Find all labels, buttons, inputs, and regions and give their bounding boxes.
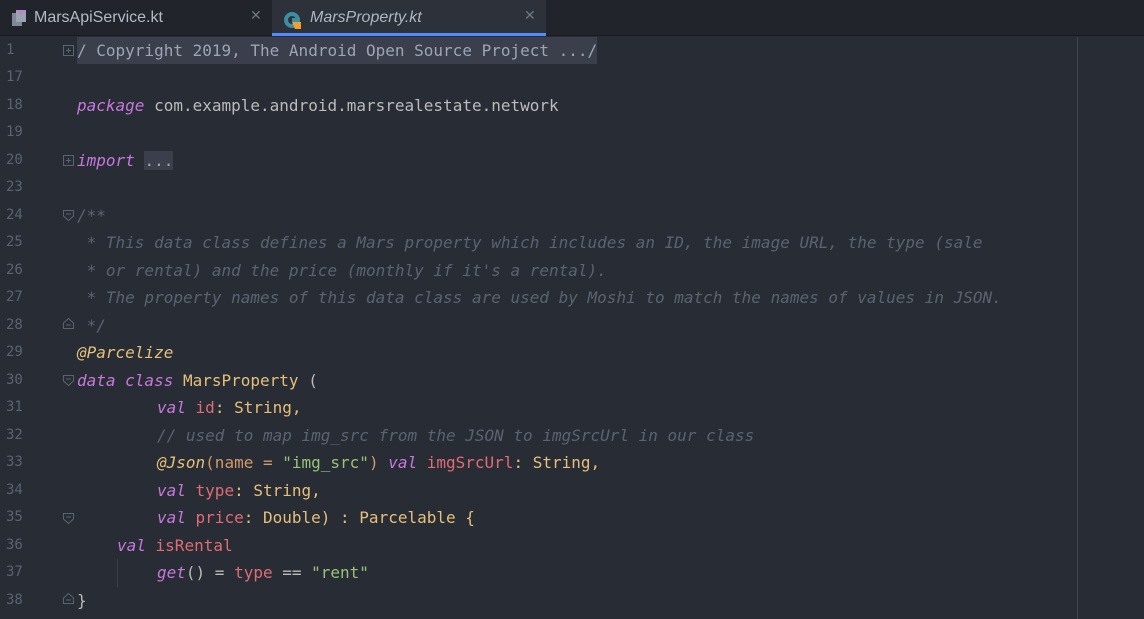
code-line-type[interactable]: val type: String, <box>157 477 321 504</box>
code-line-price[interactable]: val price: Double) : Parcelable { <box>157 504 475 531</box>
line-number: 24 <box>6 207 23 223</box>
line-number-gutter: 1 17 18 19 20 23 24 25 26 27 28 29 30 31… <box>0 37 60 619</box>
property-name: isRental <box>145 536 233 555</box>
code-line-doc[interactable]: * This data class defines a Mars propert… <box>77 229 983 256</box>
code-line-comment[interactable]: // used to map img_src from the JSON to … <box>157 422 754 449</box>
line-number: 25 <box>6 234 23 250</box>
punctuation: (name = <box>205 453 283 472</box>
code-line-img-src[interactable]: @Json(name = "img_src") val imgSrcUrl: S… <box>157 449 600 476</box>
line-number: 26 <box>6 262 23 278</box>
property-name: price <box>185 508 244 527</box>
package-name: com.example.android.marsrealestate.netwo… <box>144 96 559 115</box>
line-number: 19 <box>6 124 23 140</box>
folded-imports[interactable]: ... <box>144 151 174 170</box>
string-literal: "rent" <box>311 563 369 582</box>
code-line-class-decl[interactable]: data class MarsProperty ( <box>77 367 318 394</box>
line-number: 37 <box>6 564 23 580</box>
code-line-copyright[interactable]: / Copyright 2019, The Android Open Sourc… <box>77 37 598 64</box>
line-number: 32 <box>6 427 23 443</box>
type-text: : String, <box>214 398 302 417</box>
fold-icon[interactable] <box>63 318 74 329</box>
fold-icon[interactable] <box>63 45 74 56</box>
comment-text: / Copyright 2019, The Android Open Sourc… <box>77 41 598 60</box>
keyword: data class <box>77 371 174 390</box>
keyword: val <box>157 398 186 417</box>
type-text: : Double) : Parcelable { <box>243 508 475 527</box>
code-line-doc-start[interactable]: /** <box>77 202 106 229</box>
code-line-package[interactable]: package com.example.android.marsrealesta… <box>77 92 559 119</box>
fold-icon[interactable] <box>63 513 74 524</box>
tab-label: MarsProperty.kt <box>310 9 422 26</box>
operator: == <box>272 563 312 582</box>
line-number: 33 <box>6 454 23 470</box>
code-editor[interactable]: 1 17 18 19 20 23 24 25 26 27 28 29 30 31… <box>0 37 1144 619</box>
property-name: imgSrcUrl <box>417 453 514 472</box>
fold-icon[interactable] <box>63 210 74 221</box>
punctuation: () = <box>185 563 235 582</box>
code-line-closing-brace[interactable]: } <box>77 587 87 614</box>
string-literal: "img_src" <box>282 453 369 472</box>
line-number: 17 <box>6 69 23 85</box>
line-number: 23 <box>6 179 23 195</box>
line-number: 35 <box>6 509 23 525</box>
fold-icon[interactable] <box>63 593 74 604</box>
keyword: import <box>77 151 135 170</box>
class-name: MarsProperty <box>173 371 299 390</box>
line-number: 31 <box>6 399 23 415</box>
indent-guide <box>117 559 118 587</box>
code-line-doc[interactable]: * or rental) and the price (monthly if i… <box>77 257 607 284</box>
code-line-id[interactable]: val id: String, <box>157 394 302 421</box>
code-line-getter[interactable]: get() = type == "rent" <box>157 559 369 586</box>
fold-icon[interactable] <box>63 375 74 386</box>
line-number: 20 <box>6 152 23 168</box>
right-margin-guide <box>1077 37 1078 619</box>
keyword: val <box>157 481 186 500</box>
keyword: val <box>117 536 146 555</box>
line-number: 34 <box>6 482 23 498</box>
punctuation: ) <box>368 453 389 472</box>
line-number: 36 <box>6 537 23 553</box>
code-line-import[interactable]: import ... <box>77 147 174 174</box>
close-icon[interactable]: ✕ <box>250 8 262 24</box>
type-text: : String, <box>234 481 321 500</box>
tab-mars-property[interactable]: MarsProperty.kt ✕ <box>272 0 546 36</box>
code-line-annotation[interactable]: @Parcelize <box>77 339 173 366</box>
keyword: get <box>157 563 186 582</box>
type-text: : String, <box>513 453 601 472</box>
tab-mars-api-service[interactable]: MarsApiService.kt ✕ <box>0 0 271 36</box>
keyword: val <box>388 453 418 472</box>
line-number: 1 <box>6 42 15 58</box>
line-number: 29 <box>6 344 23 360</box>
keyword: val <box>157 508 186 527</box>
kotlin-class-icon <box>284 12 301 29</box>
line-number: 30 <box>6 372 23 388</box>
line-number: 38 <box>6 592 23 608</box>
close-icon[interactable]: ✕ <box>524 8 536 24</box>
line-number: 18 <box>6 97 23 113</box>
editor-tab-bar: MarsApiService.kt ✕ MarsProperty.kt ✕ <box>0 0 1144 36</box>
line-number: 28 <box>6 317 23 333</box>
punctuation: ( <box>298 371 318 390</box>
kotlin-file-icon <box>12 10 26 26</box>
property-name: id <box>185 398 215 417</box>
line-number: 27 <box>6 289 23 305</box>
property-name: type <box>185 481 235 500</box>
code-line-is-rental[interactable]: val isRental <box>117 532 233 559</box>
tab-label: MarsApiService.kt <box>34 9 163 26</box>
fold-icon[interactable] <box>63 155 74 166</box>
annotation: @Json <box>157 453 206 472</box>
code-line-doc-end[interactable]: */ <box>77 312 106 339</box>
code-line-doc[interactable]: * The property names of this data class … <box>77 284 1002 311</box>
keyword: package <box>77 96 145 115</box>
property-name: type <box>234 563 273 582</box>
